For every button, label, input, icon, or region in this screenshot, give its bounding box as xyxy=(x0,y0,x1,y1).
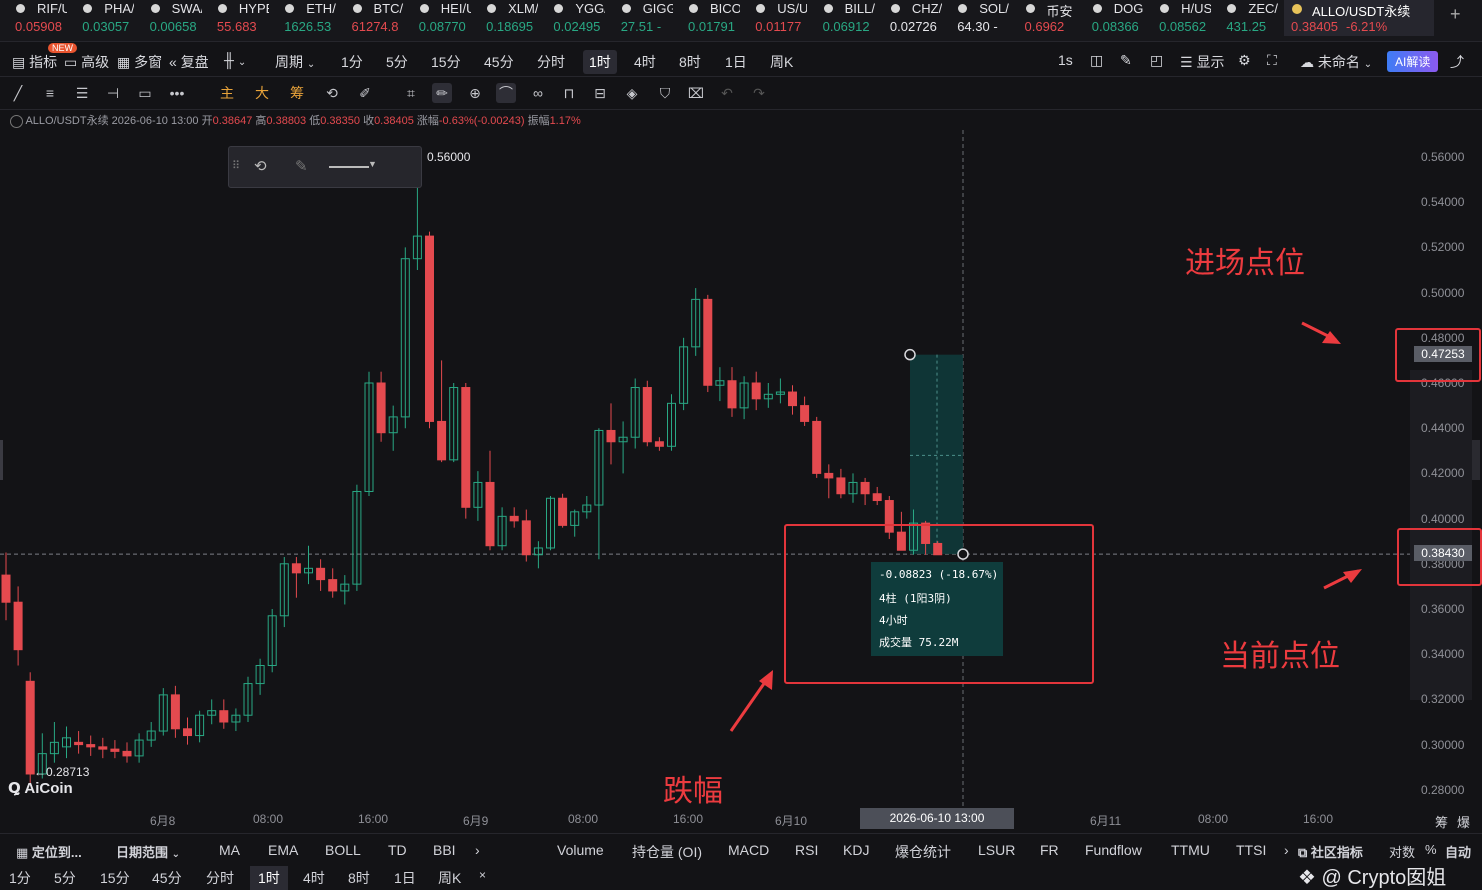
community-indicators[interactable]: ⧉ 社区指标 xyxy=(1298,842,1363,861)
log-scale-toggle[interactable]: 对数 xyxy=(1389,842,1415,861)
annotation-arrows xyxy=(729,321,1362,732)
chevron-down-icon: ⌄ xyxy=(171,849,181,860)
aicoin-watermark: Ꝗ AiCoin xyxy=(8,780,73,797)
sub-fr[interactable]: FR xyxy=(1040,842,1059,858)
sub-rsi[interactable]: RSI xyxy=(795,842,818,858)
percent-scale-toggle[interactable]: % xyxy=(1425,842,1437,857)
ind-bbi[interactable]: BBI xyxy=(433,842,456,858)
bottom-tf-45m[interactable]: 45分 xyxy=(152,868,182,888)
external-link-icon: ⧉ xyxy=(1298,845,1308,860)
ind-boll[interactable]: BOLL xyxy=(325,842,361,858)
bottom-tf-4h[interactable]: 4时 xyxy=(303,868,325,888)
bottom-tf-8h[interactable]: 8时 xyxy=(348,868,370,888)
sub-oi[interactable]: 持仓量 (OI) xyxy=(632,842,702,862)
auto-scale-toggle[interactable]: 自动 xyxy=(1445,842,1471,861)
bottom-tf-1d[interactable]: 1日 xyxy=(394,868,416,888)
sub-kdj[interactable]: KDJ xyxy=(843,842,869,858)
sub-ttsi[interactable]: TTSI xyxy=(1236,842,1266,858)
crosshair-time-label: 2026-06-10 13:00 xyxy=(860,808,1014,829)
ind-ema[interactable]: EMA xyxy=(268,842,298,858)
bottom-tf-5m[interactable]: 5分 xyxy=(54,868,76,888)
bottom-tf-intraday[interactable]: 分时 xyxy=(206,868,234,888)
sub-volume[interactable]: Volume xyxy=(557,842,604,858)
indicator-bar: ▦ 定位到... 日期范围 ⌄ MA EMA BOLL TD BBI › Vol… xyxy=(0,833,1482,864)
burst-toggle-bottom[interactable]: 爆 xyxy=(1457,812,1470,831)
locate-button[interactable]: ▦ 定位到... xyxy=(16,842,82,861)
ind-ma[interactable]: MA xyxy=(219,842,240,858)
sub-liquidation[interactable]: 爆仓统计 xyxy=(895,842,951,862)
sub-macd[interactable]: MACD xyxy=(728,842,769,858)
chevron-right-icon[interactable]: › xyxy=(475,842,480,858)
bottom-tf-1h[interactable]: 1时 xyxy=(250,866,288,890)
aicoin-logo-icon: Ꝗ xyxy=(8,780,21,797)
sub-lsur[interactable]: LSUR xyxy=(978,842,1015,858)
bottom-tf-15m[interactable]: 15分 xyxy=(100,868,130,888)
close-icon[interactable]: × xyxy=(479,868,486,882)
bottom-tf-1m[interactable]: 1分 xyxy=(9,868,31,888)
sub-ttmu[interactable]: TTMU xyxy=(1171,842,1210,858)
ind-td[interactable]: TD xyxy=(388,842,407,858)
timeframe-bar: 1分 5分 15分 45分 分时 1时 4时 8时 1日 周K × ❖ @ Cr… xyxy=(0,864,1482,890)
date-range-button[interactable]: 日期范围 ⌄ xyxy=(116,842,180,861)
credit-watermark: ❖ @ Crypto囡姐 xyxy=(1298,867,1447,889)
sub-fundflow[interactable]: Fundflow xyxy=(1085,842,1142,858)
network-icon: ❖ xyxy=(1298,867,1316,889)
bottom-tf-weekly[interactable]: 周K xyxy=(438,868,461,888)
chevron-right-icon[interactable]: › xyxy=(1284,842,1289,858)
chip-toggle-bottom[interactable]: 筹 xyxy=(1435,812,1448,831)
calendar-icon: ▦ xyxy=(16,845,29,860)
